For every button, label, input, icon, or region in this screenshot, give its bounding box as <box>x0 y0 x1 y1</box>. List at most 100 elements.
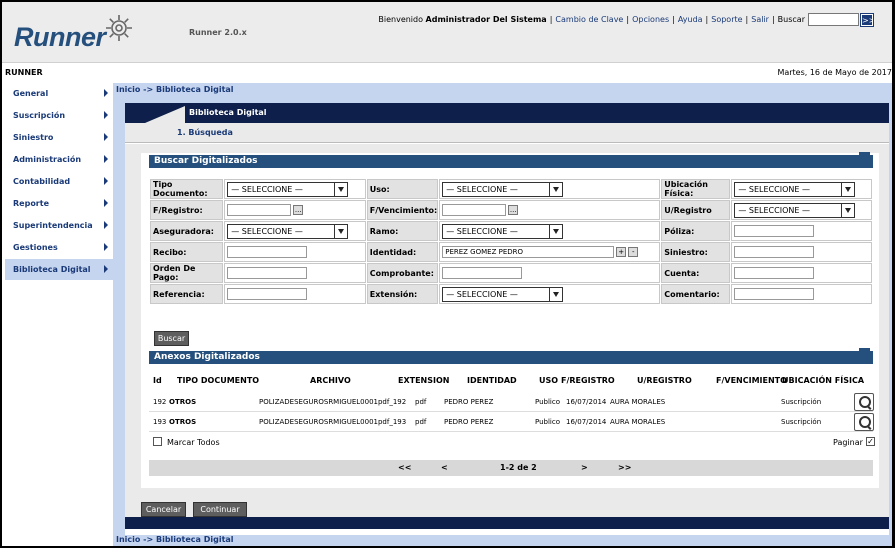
results-section-title: Anexos Digitalizados <box>154 352 260 362</box>
top-nav: Bienvenido Administrador Del Sistema | C… <box>378 12 876 27</box>
paginate-label: Paginar <box>833 438 863 447</box>
orden-pago-input[interactable] <box>227 267 308 279</box>
breadcrumb-bottom[interactable]: Inicio -> Biblioteca Digital <box>116 535 234 544</box>
select-value: — SELECCIONE — <box>231 226 303 236</box>
sidebar-item-biblioteca-digital[interactable]: Biblioteca Digital <box>5 259 113 281</box>
sidebar-item-label: General <box>13 89 49 98</box>
label-poliza: Póliza: <box>661 221 731 241</box>
sidebar-item-reporte[interactable]: Reporte <box>5 193 113 215</box>
sidebar-item-superintendencia[interactable]: Superintendencia <box>5 215 113 237</box>
continuar-button[interactable]: Continuar <box>193 502 247 517</box>
sidebar-item-label: Siniestro <box>13 133 54 142</box>
paginate-checkbox[interactable]: ✓ <box>866 437 875 446</box>
chevron-down-icon <box>549 287 562 301</box>
sidebar-item-label: Administración <box>13 155 82 164</box>
chevron-down-icon <box>841 203 854 217</box>
arrow-right-icon <box>104 265 108 273</box>
sidebar-item-gestiones[interactable]: Gestiones <box>5 237 113 259</box>
cell-archivo: POLIZADESEGUROSRMIGUEL0001pdf_193 <box>259 417 407 426</box>
col-f-vencimiento: F/VENCIMIENTO <box>716 375 787 385</box>
cell-u-registro: AURA MORALES <box>610 397 666 406</box>
results-header-row: Id TIPO DOCUMENTO ARCHIVO EXTENSION IDEN… <box>149 372 873 388</box>
cell-f-registro: 16/07/2014 <box>566 397 607 406</box>
ubicacion-fisica-select[interactable]: — SELECCIONE — <box>734 181 856 197</box>
siniestro-input[interactable] <box>734 246 815 258</box>
add-button[interactable]: + <box>616 247 627 257</box>
bottom-bar: Cancelar Continuar <box>125 494 889 535</box>
tipo-documento-select[interactable]: — SELECCIONE — <box>227 181 349 197</box>
link-cambio-clave[interactable]: Cambio de Clave <box>555 15 623 24</box>
f-vencimiento-input[interactable] <box>442 204 507 216</box>
sidebar-item-label: Suscripción <box>13 111 66 120</box>
cell-u-registro: AURA MORALES <box>610 417 666 426</box>
pager-first[interactable]: << <box>398 463 411 472</box>
cell-uso: Publico <box>535 417 560 426</box>
comentario-input[interactable] <box>734 288 815 300</box>
link-ayuda[interactable]: Ayuda <box>678 15 703 24</box>
f-registro-input[interactable] <box>227 204 292 216</box>
sidebar-item-contabilidad[interactable]: Contabilidad <box>5 171 113 193</box>
arrow-right-icon <box>104 221 108 229</box>
cell-id: 193 <box>153 417 167 426</box>
label-aseguradora: Aseguradora: <box>150 221 224 241</box>
uso-select[interactable]: — SELECCIONE — <box>442 181 564 197</box>
magnifier-icon[interactable] <box>854 413 874 431</box>
sidebar-item-general[interactable]: General <box>5 83 113 105</box>
sidebar-item-administracion[interactable]: Administración <box>5 149 113 171</box>
buscar-button[interactable]: Buscar <box>154 331 189 346</box>
col-uso: USO <box>539 375 559 385</box>
referencia-input[interactable] <box>227 288 308 300</box>
pager-prev[interactable]: < <box>441 463 448 472</box>
cuenta-input[interactable] <box>734 267 815 279</box>
link-soporte[interactable]: Soporte <box>711 15 742 24</box>
label-extension: Extensión: <box>366 284 439 304</box>
cell-ubicacion: Suscripción <box>781 417 822 426</box>
label-ramo: Ramo: <box>366 221 439 241</box>
label-siniestro: Siniestro: <box>661 242 731 262</box>
recibo-input[interactable] <box>227 246 308 258</box>
pager-last[interactable]: >> <box>618 463 631 472</box>
label-identidad: Identidad: <box>366 242 439 262</box>
link-opciones[interactable]: Opciones <box>632 15 669 24</box>
u-registro-select[interactable]: — SELECCIONE — <box>734 202 856 218</box>
search-go-button[interactable]: >> <box>860 12 875 27</box>
label-tipo-documento: Tipo Documento: <box>150 179 224 199</box>
date-picker-button[interactable]: ... <box>293 205 304 215</box>
pager-next[interactable]: > <box>581 463 588 472</box>
date-picker-button[interactable]: ... <box>508 205 519 215</box>
select-all-checkbox[interactable] <box>153 437 162 446</box>
col-archivo: ARCHIVO <box>310 375 351 385</box>
label-cuenta: Cuenta: <box>661 263 731 283</box>
pager: << < 1-2 de 2 > >> <box>149 460 873 476</box>
select-value: — SELECCIONE — <box>738 205 810 215</box>
cell-identidad: PEDRO PEREZ <box>444 397 494 406</box>
header-decoration <box>833 348 873 364</box>
sidebar-item-siniestro[interactable]: Siniestro <box>5 127 113 149</box>
table-row[interactable]: 193 OTROS POLIZADESEGUROSRMIGUEL0001pdf_… <box>149 412 874 432</box>
col-tipo-documento: TIPO DOCUMENTO <box>177 375 260 385</box>
search-input[interactable] <box>808 13 859 26</box>
breadcrumb[interactable]: Inicio -> Biblioteca Digital <box>116 85 234 94</box>
ramo-select[interactable]: — SELECCIONE — <box>442 223 564 239</box>
magnifier-icon[interactable] <box>854 393 874 411</box>
select-value: — SELECCIONE — <box>446 226 518 236</box>
main-area: Inicio -> Biblioteca Digital Biblioteca … <box>113 83 892 546</box>
poliza-input[interactable] <box>734 225 815 237</box>
panel-title: Biblioteca Digital <box>145 103 889 122</box>
link-salir[interactable]: Salir <box>751 15 769 24</box>
sidebar-item-suscripcion[interactable]: Suscripción <box>5 105 113 127</box>
aseguradora-select[interactable]: — SELECCIONE — <box>227 223 349 239</box>
remove-button[interactable]: - <box>628 247 639 257</box>
label-ubicacion-fisica: Ubicación Física: <box>661 179 731 199</box>
extension-select[interactable]: — SELECCIONE — <box>442 286 564 302</box>
arrow-right-icon <box>104 133 108 141</box>
select-value: — SELECCIONE — <box>738 184 810 194</box>
sidebar-item-label: Contabilidad <box>13 177 71 186</box>
cancelar-button[interactable]: Cancelar <box>141 502 186 517</box>
comprobante-input[interactable] <box>442 267 523 279</box>
chevron-down-icon <box>334 182 347 196</box>
table-row[interactable]: 192 OTROS POLIZADESEGUROSRMIGUEL0001pdf_… <box>149 392 874 412</box>
gear-icon <box>106 15 132 41</box>
sidebar-item-label: Gestiones <box>13 243 58 252</box>
identidad-input[interactable]: PEREZ GOMEZ PEDRO <box>442 246 615 258</box>
